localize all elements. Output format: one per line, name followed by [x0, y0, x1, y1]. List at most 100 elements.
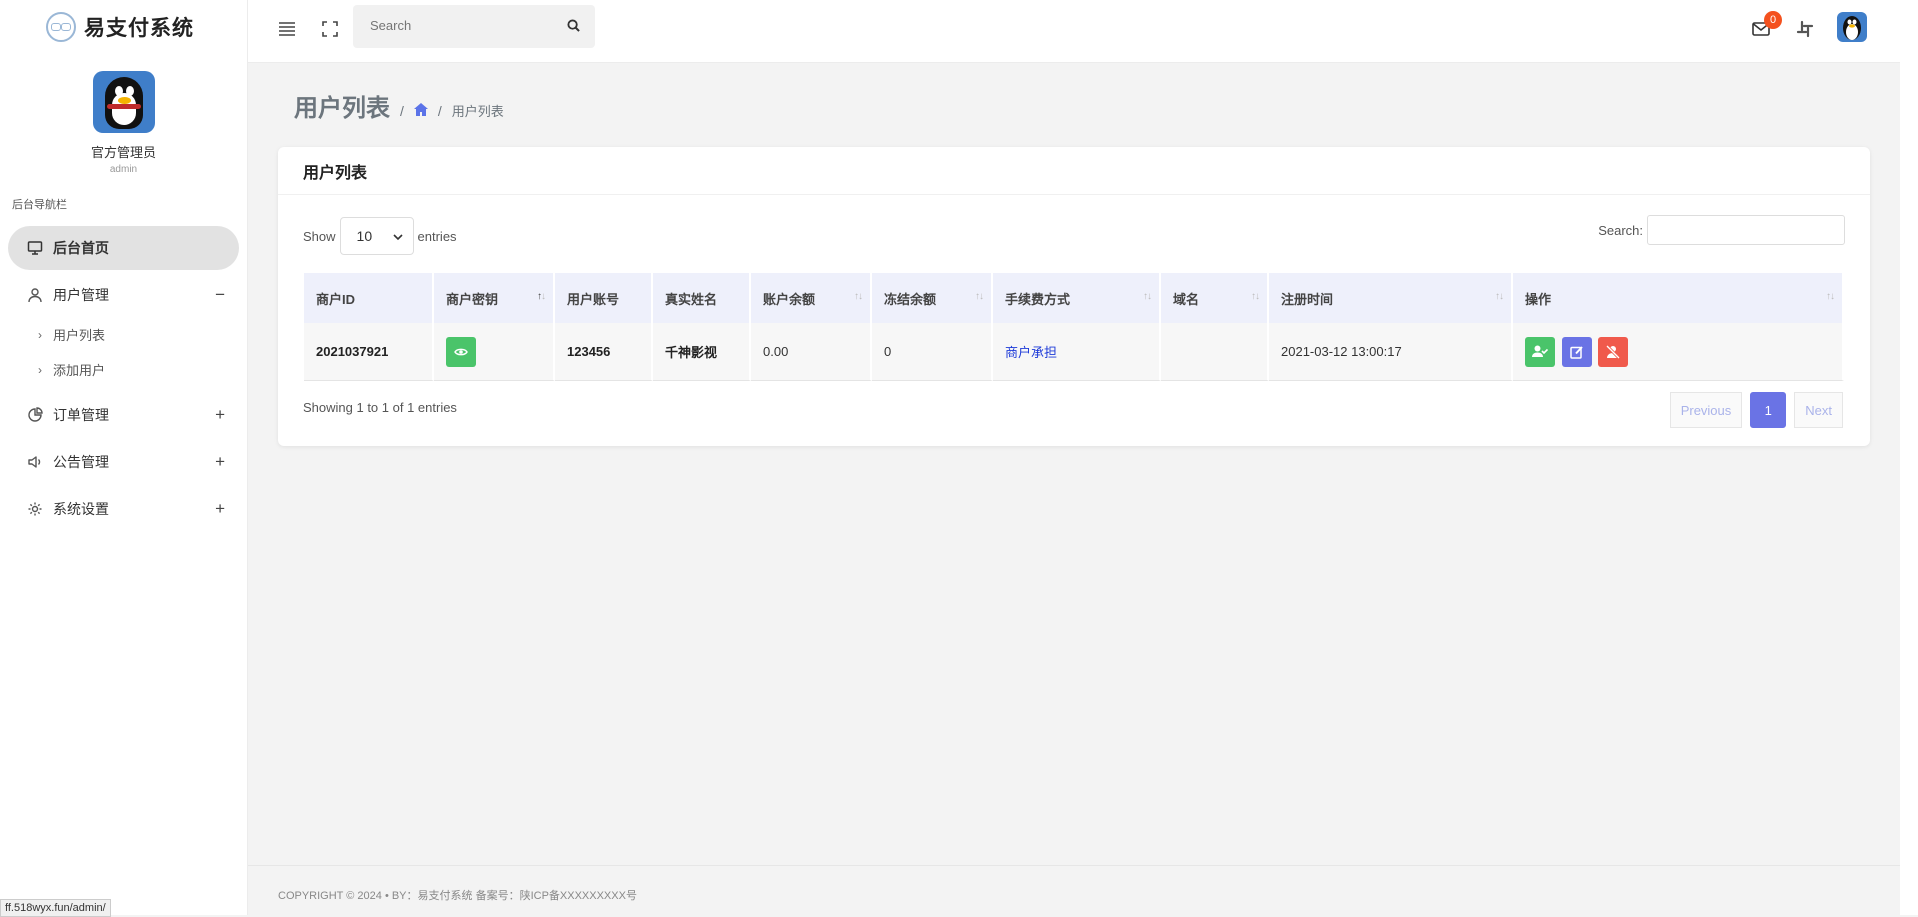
brand[interactable]: 易支付系统: [0, 0, 247, 54]
disable-user-button[interactable]: [1598, 336, 1629, 367]
column-header[interactable]: 商户密钥 ↑↓: [434, 273, 555, 323]
profile: 官方管理员 admin: [0, 71, 247, 175]
table-row: 2021037921 123456 千神影视 0.00 0 商户承担 2021-…: [304, 323, 1844, 381]
sidebar-subitem-add-user[interactable]: › 添加用户: [0, 352, 247, 387]
gear-icon: [26, 500, 44, 518]
sort-icon: ↑↓: [1251, 291, 1260, 302]
page-length-control: Show 10 entries: [303, 217, 457, 255]
next-page-button[interactable]: Next: [1794, 392, 1843, 428]
glasses-logo-icon: [46, 12, 76, 42]
entries-label: entries: [417, 228, 457, 244]
card-title: 用户列表: [278, 147, 1870, 195]
scrollbar[interactable]: [1900, 0, 1918, 915]
view-key-button[interactable]: [446, 336, 476, 367]
sort-icon: ↑↓: [975, 291, 984, 302]
user-slash-icon: [1606, 344, 1621, 359]
monitor-icon: [26, 239, 44, 257]
table-search-input[interactable]: [1647, 215, 1845, 245]
cell-real-name: 千神影视: [653, 323, 751, 381]
cell-domain: [1161, 323, 1269, 381]
table-info: Showing 1 to 1 of 1 entries: [303, 400, 457, 415]
column-header[interactable]: 真实姓名: [653, 273, 751, 323]
pagination: Previous 1 Next: [1669, 392, 1843, 428]
search-input[interactable]: [368, 17, 552, 34]
breadcrumb-separator: /: [437, 103, 442, 119]
user-icon: [26, 286, 44, 304]
search-icon[interactable]: [567, 19, 580, 37]
nav-heading: 后台导航栏: [12, 199, 67, 211]
speaker-icon: [26, 453, 44, 471]
pie-chart-icon: [26, 406, 44, 424]
fullscreen-icon[interactable]: [319, 18, 341, 40]
cell-fee-mode: 商户承担: [993, 323, 1161, 381]
expand-icon[interactable]: +: [215, 452, 225, 472]
sort-icon: ↑↓: [537, 291, 546, 302]
edit-user-button[interactable]: [1561, 336, 1592, 367]
column-header[interactable]: 账户余额 ↑↓: [751, 273, 872, 323]
footer: COPYRIGHT © 2024 • BY：易支付系统 备案号：陕ICP备XXX…: [248, 865, 1900, 916]
avatar[interactable]: [92, 71, 155, 133]
sidebar-item-label: 订单管理: [53, 407, 109, 423]
sidebar-item-orders[interactable]: 订单管理 +: [8, 393, 239, 437]
eye-icon: [454, 348, 468, 355]
home-icon[interactable]: [413, 103, 428, 119]
user-check-icon: [1532, 345, 1548, 357]
table-filter: Search:: [1598, 215, 1845, 245]
expand-icon[interactable]: +: [215, 499, 225, 519]
enable-user-button[interactable]: [1525, 336, 1555, 367]
page-header: 用户列表 / / 用户列表: [294, 88, 504, 123]
column-header[interactable]: 注册时间 ↑↓: [1269, 273, 1513, 323]
cell-account: 123456: [555, 323, 653, 381]
fee-mode-link[interactable]: 商户承担: [1005, 345, 1057, 360]
footer-text: COPYRIGHT © 2024 • BY：易支付系统 备案号：陕ICP备XXX…: [278, 890, 637, 902]
chevron-right-icon: ›: [38, 327, 42, 342]
sidebar-item-label: 系统设置: [53, 501, 109, 517]
brand-name: 易支付系统: [84, 17, 194, 40]
cell-merchant-key: [434, 323, 555, 381]
sidebar-item-users[interactable]: 用户管理 −: [8, 273, 239, 317]
column-header[interactable]: 域名 ↑↓: [1161, 273, 1269, 323]
status-url: ff.518wyx.fun/admin/: [0, 899, 111, 917]
user-avatar[interactable]: [1837, 12, 1867, 42]
table-header-row: 商户ID 商户密钥 ↑↓ 用户账号 真实姓名 账户余额 ↑↓ 冻结余额 ↑↓ 手续费方…: [304, 273, 1844, 323]
sort-icon: ↑↓: [854, 291, 863, 302]
breadcrumb-separator: /: [400, 103, 404, 119]
sidebar: 易支付系统 官方管理员 admin 后台导航栏 后台首页 用户管理 − › 用户…: [0, 0, 248, 915]
column-header[interactable]: 手续费方式 ↑↓: [993, 273, 1161, 323]
sidebar-item-notices[interactable]: 公告管理 +: [8, 440, 239, 484]
menu-toggle-icon[interactable]: [276, 18, 298, 40]
sidebar-subitem-user-list[interactable]: › 用户列表: [0, 317, 247, 352]
sidebar-item-settings[interactable]: 系统设置 +: [8, 487, 239, 531]
expand-icon[interactable]: +: [215, 405, 225, 425]
cell-frozen: 0: [872, 323, 993, 381]
user-table: 商户ID 商户密钥 ↑↓ 用户账号 真实姓名 账户余额 ↑↓ 冻结余额 ↑↓ 手续费方…: [304, 273, 1844, 381]
sidebar-item-label: 公告管理: [53, 454, 109, 470]
chevron-right-icon: ›: [38, 362, 42, 377]
show-label: Show: [303, 228, 336, 244]
profile-name: 官方管理员: [90, 145, 156, 160]
collapse-icon[interactable]: −: [215, 285, 225, 305]
column-header[interactable]: 用户账号: [555, 273, 653, 323]
sidebar-subitem-label: 添加用户: [53, 363, 106, 378]
breadcrumb-current: 用户列表: [451, 104, 504, 119]
column-header[interactable]: 操作 ↑↓: [1513, 273, 1844, 323]
cell-actions: [1513, 323, 1844, 381]
sidebar-item-label: 用户管理: [53, 287, 109, 303]
search-label: Search:: [1598, 222, 1643, 238]
sidebar-item-dashboard[interactable]: 后台首页: [8, 226, 239, 270]
slack-icon[interactable]: [1794, 18, 1816, 40]
sort-icon: ↑↓: [1143, 291, 1152, 302]
profile-role: admin: [109, 164, 138, 175]
user-list-card: 用户列表 Show 10 entries Search: 商户ID 商户密钥 ↑↓…: [278, 147, 1870, 446]
column-header[interactable]: 冻结余额 ↑↓: [872, 273, 993, 323]
sort-icon: ↑↓: [1495, 291, 1504, 302]
cell-merchant-id: 2021037921: [304, 323, 434, 381]
sidebar-subitem-label: 用户列表: [53, 328, 106, 343]
page-button-current[interactable]: 1: [1750, 392, 1787, 428]
sidebar-item-label: 后台首页: [53, 240, 109, 256]
page-size-select[interactable]: 10: [339, 217, 414, 255]
prev-page-button[interactable]: Previous: [1669, 392, 1743, 428]
cell-balance: 0.00: [751, 323, 872, 381]
chevron-down-icon: [392, 228, 403, 244]
column-header[interactable]: 商户ID: [304, 273, 434, 323]
